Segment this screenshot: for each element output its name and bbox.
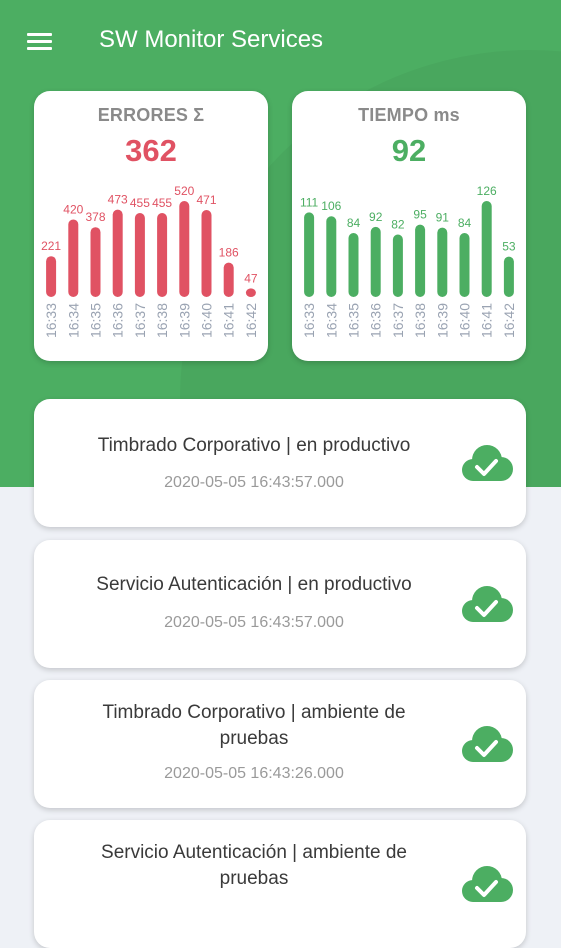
service-card[interactable]: Timbrado Corporativo | en productivo 202… <box>34 399 526 527</box>
x-tick-label: 16:39 <box>176 303 192 338</box>
time-chart-card[interactable]: TIEMPO ms 92 111 16:33 106 16:34 84 16:35 92 16… <box>292 91 526 361</box>
x-tick-label: 16:34 <box>65 303 81 338</box>
bar-value-label: 47 <box>244 271 258 285</box>
errors-bar-chart: 221 16:33 420 16:34 378 16:35 473 16:36 455 16:37… <box>41 184 259 338</box>
cloud-check-icon <box>462 445 513 481</box>
app-title: SW Monitor Services <box>99 26 324 53</box>
service-name: Servicio Autenticación | en productivo <box>96 574 412 595</box>
chart-bar <box>348 233 359 297</box>
chart-bar <box>90 227 101 297</box>
x-tick-label: 16:36 <box>110 303 126 338</box>
x-tick-label: 16:38 <box>412 303 428 338</box>
x-tick-label: 16:40 <box>457 303 473 338</box>
chart-bar <box>392 234 403 297</box>
x-tick-label: 16:36 <box>368 303 384 338</box>
x-tick-label: 16:34 <box>323 303 339 338</box>
x-tick-label: 16:42 <box>501 303 517 338</box>
bar-value-label: 378 <box>85 210 105 224</box>
service-timestamp: 2020-05-05 16:43:26.000 <box>164 765 344 782</box>
hamburger-menu-icon[interactable] <box>27 33 52 51</box>
bar-value-label: 471 <box>196 193 216 207</box>
x-tick-label: 16:33 <box>301 303 317 338</box>
bar-value-label: 53 <box>502 240 516 254</box>
service-name: Timbrado Corporativo | ambiente de prueb… <box>102 702 406 749</box>
chart-bar <box>415 224 426 297</box>
bar-value-label: 84 <box>458 216 472 230</box>
chart-bar <box>304 212 315 297</box>
chart-bar <box>68 219 79 297</box>
chart-bar <box>223 262 234 297</box>
bar-value-label: 126 <box>477 184 497 198</box>
bar-value-label: 91 <box>436 211 450 225</box>
x-tick-label: 16:39 <box>434 303 450 338</box>
service-timestamp: 2020-05-05 16:43:57.000 <box>164 614 344 631</box>
x-tick-label: 16:37 <box>390 303 406 338</box>
service-card[interactable]: Servicio Autenticación | en productivo 2… <box>34 540 526 668</box>
bar-value-label: 84 <box>347 216 361 230</box>
chart-bar <box>481 201 492 297</box>
bar-value-label: 92 <box>369 210 383 224</box>
chart-bar <box>503 256 514 297</box>
service-card[interactable]: Timbrado Corporativo | ambiente de prueb… <box>34 680 526 808</box>
bar-value-label: 186 <box>219 246 239 260</box>
bar-value-label: 455 <box>152 196 172 210</box>
x-tick-label: 16:33 <box>43 303 59 338</box>
bar-value-label: 95 <box>413 208 427 222</box>
x-tick-label: 16:38 <box>154 303 170 338</box>
bar-value-label: 455 <box>130 196 150 210</box>
chart-bar <box>46 256 57 297</box>
service-timestamp: 2020-05-05 16:43:57.000 <box>164 474 344 491</box>
cloud-check-icon <box>462 586 513 622</box>
bar-value-label: 420 <box>63 202 83 216</box>
chart-bar <box>326 216 337 297</box>
bar-value-label: 520 <box>174 184 194 198</box>
app-bar: SW Monitor Services <box>0 0 561 84</box>
chart-bar <box>370 226 381 297</box>
errors-chart-card[interactable]: ERRORES Σ 362 221 16:33 420 16:34 378 16:35 47… <box>34 91 268 361</box>
bar-value-label: 473 <box>108 193 128 207</box>
service-name: Servicio Autenticación | ambiente de pru… <box>101 842 407 889</box>
chart-bar <box>157 213 168 297</box>
bar-value-label: 82 <box>391 218 405 232</box>
chart-bar <box>245 288 256 297</box>
x-tick-label: 16:35 <box>88 303 104 338</box>
x-tick-label: 16:35 <box>346 303 362 338</box>
bar-value-label: 221 <box>41 239 61 253</box>
bar-value-label: 106 <box>321 199 341 213</box>
chart-bar <box>459 233 470 297</box>
x-tick-label: 16:41 <box>221 303 237 338</box>
chart-bar <box>134 213 145 297</box>
chart-bar <box>437 227 448 297</box>
cloud-check-icon <box>462 726 513 762</box>
bar-value-label: 111 <box>300 195 319 209</box>
chart-bar <box>179 201 190 297</box>
cloud-check-icon <box>462 866 513 902</box>
service-card[interactable]: Servicio Autenticación | ambiente de pru… <box>34 820 526 948</box>
x-tick-label: 16:40 <box>199 303 215 338</box>
x-tick-label: 16:41 <box>479 303 495 338</box>
service-name: Timbrado Corporativo | en productivo <box>97 435 411 456</box>
time-bar-chart: 111 16:33 106 16:34 84 16:35 92 16:36 82 16:37 95 1… <box>300 184 517 338</box>
chart-bar <box>201 210 212 297</box>
x-tick-label: 16:37 <box>132 303 148 338</box>
chart-bar <box>112 209 123 297</box>
x-tick-label: 16:42 <box>243 303 259 338</box>
